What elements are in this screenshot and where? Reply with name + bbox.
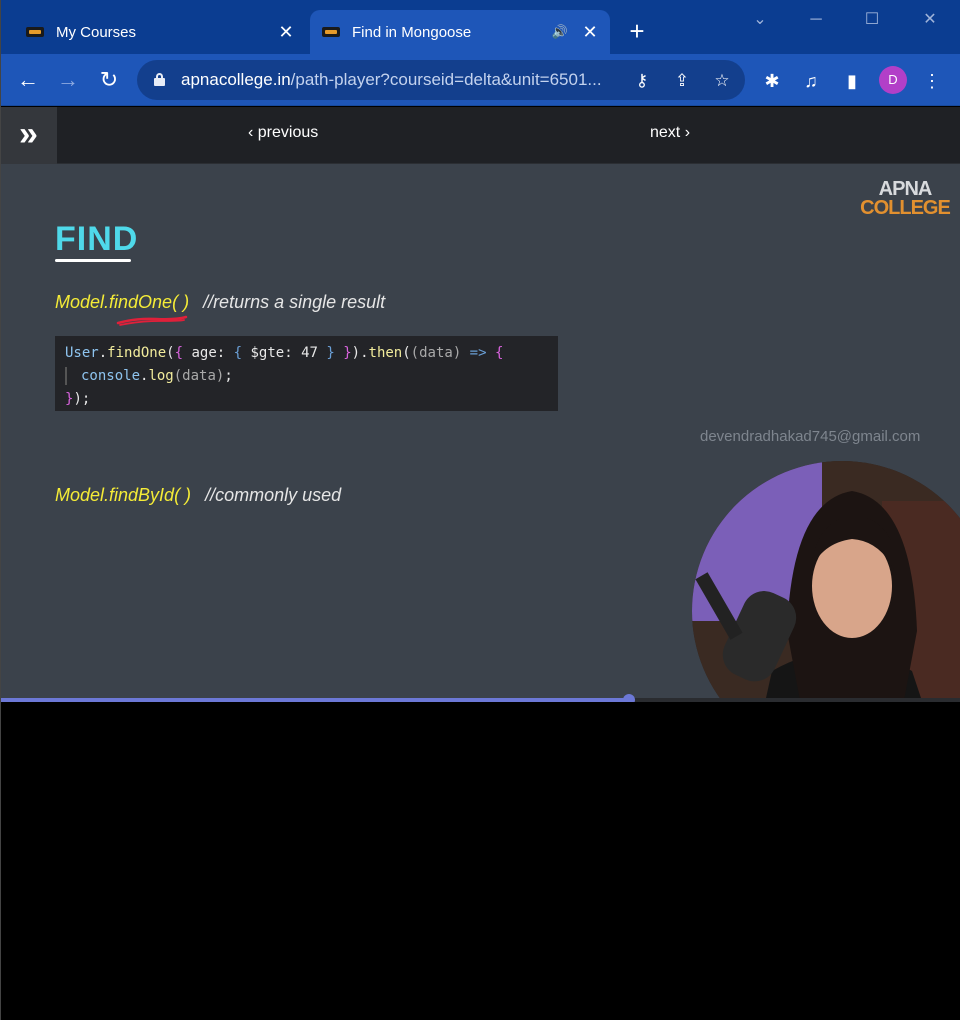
findone-line: Model.findOne( ) //returns a single resul… (55, 292, 385, 313)
window-border (0, 0, 1, 1020)
tab-strip: My Courses ✕ Find in Mongoose 🔊 ✕ + ⌄ ─ … (0, 0, 960, 54)
video-player[interactable]: APNA COLLEGE FIND Model.findOne( ) //retu… (0, 164, 960, 702)
profile-avatar[interactable]: D (879, 66, 907, 94)
apna-college-favicon-icon (322, 27, 340, 37)
minimize-button[interactable]: ─ (796, 8, 836, 32)
maximize-button[interactable]: ☐ (852, 8, 892, 32)
apna-college-logo: APNA COLLEGE (860, 178, 951, 219)
findbyid-line: Model.findById( ) //commonly used (55, 485, 341, 506)
previous-lesson-link[interactable]: ‹ previous (248, 124, 318, 142)
back-button[interactable]: ← (14, 66, 42, 94)
player-black-area (0, 702, 960, 1020)
findbyid-method-text: Model.findById( ) (55, 485, 192, 505)
browser-menu-icon[interactable]: ⋮ (919, 68, 945, 94)
findone-comment-text: //returns a single result (203, 292, 386, 312)
close-tab-icon[interactable]: ✕ (578, 22, 602, 43)
close-tab-icon[interactable]: ✕ (274, 22, 298, 43)
findbyid-comment-text: //commonly used (205, 485, 342, 505)
next-lesson-link[interactable]: next › (650, 124, 690, 142)
findone-method-text: Model.findOne( ) (55, 292, 190, 312)
audio-playing-icon[interactable]: 🔊 (550, 24, 570, 40)
tab-search-chevron-icon[interactable]: ⌄ (740, 8, 780, 32)
instructor-webcam-overlay (692, 461, 960, 702)
forward-button[interactable]: → (54, 66, 82, 94)
tab-find-in-mongoose[interactable]: Find in Mongoose 🔊 ✕ (310, 10, 610, 54)
side-panel-icon[interactable]: ▮ (839, 68, 865, 94)
tab-title: My Courses (56, 23, 137, 41)
password-key-icon[interactable]: ⚷ (631, 70, 653, 92)
expand-sidebar-button[interactable]: » (0, 107, 57, 164)
code-line-3: }); (65, 391, 91, 407)
tab-title: Find in Mongoose (352, 23, 472, 41)
tab-my-courses[interactable]: My Courses ✕ (14, 10, 306, 54)
new-tab-button[interactable]: + (622, 16, 652, 46)
media-controls-icon[interactable]: ♫ (798, 68, 824, 94)
code-line-1: User.findOne({ age: { $gte: 47 } }).then… (65, 345, 504, 361)
red-annotation-scribble (116, 315, 188, 326)
reload-button[interactable]: ↻ (95, 66, 123, 94)
user-email-watermark: devendradhakad745@gmail.com (700, 428, 921, 445)
close-window-button[interactable]: ✕ (910, 8, 950, 32)
url-text[interactable]: apnacollege.in/path-player?courseid=delt… (181, 70, 626, 90)
extensions-puzzle-icon[interactable]: ✱ (759, 68, 785, 94)
apna-college-favicon-icon (26, 27, 44, 37)
bookmark-star-icon[interactable]: ☆ (711, 70, 733, 92)
lock-icon[interactable] (153, 73, 167, 87)
course-navigation-bar: » ‹ previous next › (0, 107, 960, 164)
share-icon[interactable]: ⇪ (671, 70, 693, 92)
code-line-2: console.log(data); (65, 365, 548, 388)
title-underline (55, 259, 131, 262)
code-snippet: User.findOne({ age: { $gte: 47 } }).then… (55, 336, 558, 411)
address-bar[interactable]: apnacollege.in/path-player?courseid=delt… (137, 60, 745, 100)
slide-title: FIND (55, 220, 139, 258)
